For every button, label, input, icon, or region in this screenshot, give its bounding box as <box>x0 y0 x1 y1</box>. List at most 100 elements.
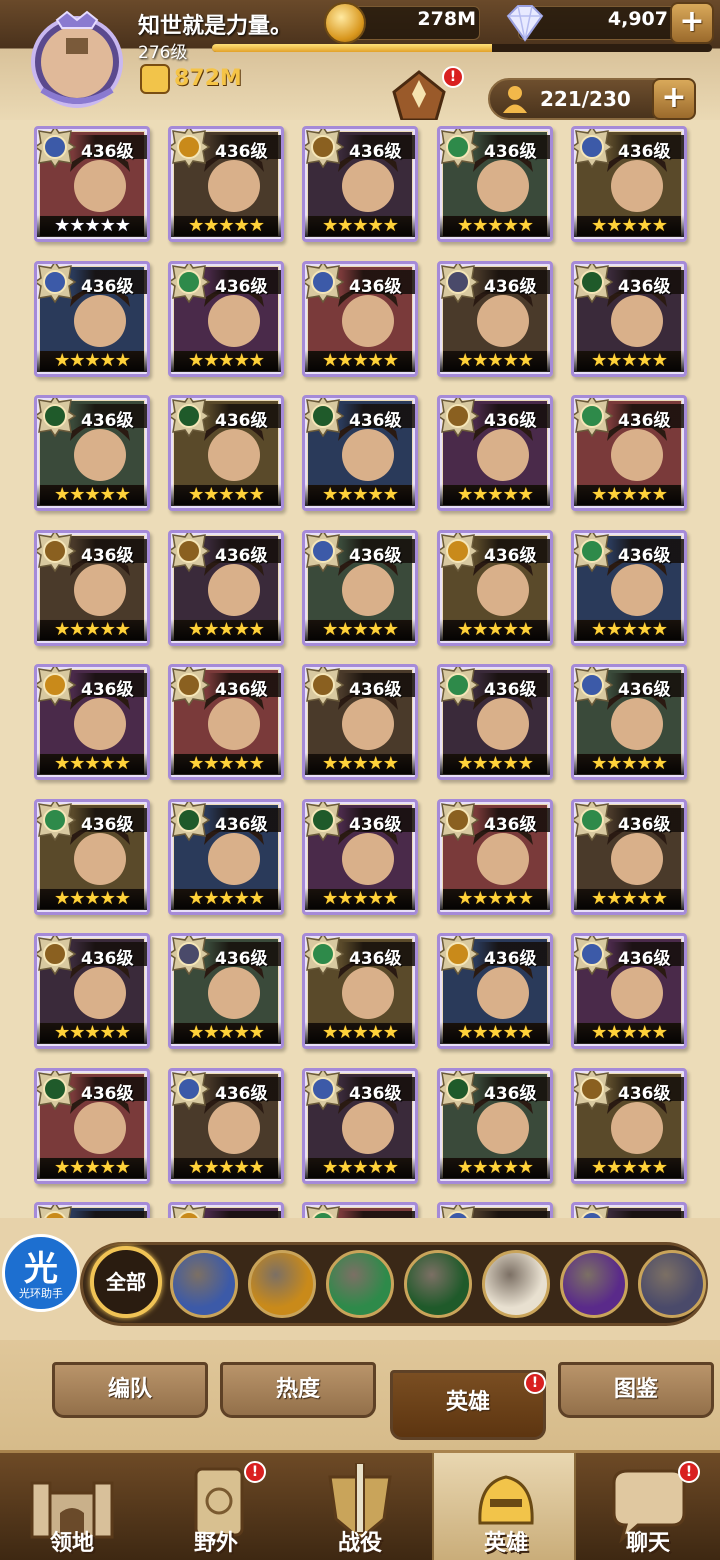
hero-card[interactable]: 436级★★★★★ <box>437 1068 553 1184</box>
halo-helper-button[interactable]: 光 光环助手 <box>2 1234 80 1312</box>
hero-card[interactable]: 436级★★★★★ <box>34 1068 150 1184</box>
hero-card[interactable]: 436级★★★★★ <box>571 799 687 915</box>
tab-formation[interactable]: 编队 <box>52 1362 208 1418</box>
hero-grid: 436级 ★★★★★ 436级 ★★★★★ 436级 ★★★★★ 436级 ★★★★★ 436级… <box>0 120 720 1218</box>
tab-codex[interactable]: 图鉴 <box>558 1362 714 1418</box>
hero-level: 436级 <box>349 277 402 297</box>
graveborn-faction-icon[interactable] <box>404 1250 472 1318</box>
hero-card[interactable]: 436级★★★★★ <box>168 664 284 780</box>
hero-card[interactable]: 436级★★★★★ <box>34 530 150 646</box>
graveborn-faction-icon <box>171 802 211 842</box>
hero-card[interactable]: 436级★★★★★ <box>34 126 150 242</box>
hero-card[interactable]: 436级★★★★★ <box>437 530 553 646</box>
hero-card[interactable]: 436级★★★★★ <box>571 1202 687 1218</box>
hero-level: 436级 <box>618 411 671 431</box>
hero-card[interactable]: 436级★★★★★ <box>437 126 553 242</box>
hero-card[interactable]: 436级★★★★★ <box>168 1202 284 1218</box>
wilder-faction-icon <box>306 1205 340 1218</box>
hero-card[interactable]: 436级★★★★★ <box>437 261 553 377</box>
hero-card[interactable]: 436级★★★★★ <box>571 395 687 511</box>
hero-stars: ★★★★★ <box>171 1022 281 1044</box>
fist-power-icon <box>140 64 170 94</box>
add-gems-button[interactable]: + <box>670 2 714 44</box>
hero-level: 436级 <box>618 815 671 835</box>
lightbearer-faction-icon[interactable] <box>248 1250 316 1318</box>
hero-card[interactable]: 436级★★★★★ <box>571 261 687 377</box>
hero-stars: ★★★★★ <box>37 350 147 372</box>
hero-card[interactable]: 436级★★★★★ <box>437 664 553 780</box>
hero-card[interactable]: 436级★★★★★ <box>34 1202 150 1218</box>
hero-level: 436级 <box>81 815 134 835</box>
hero-card[interactable]: 436级★★★★★ <box>571 126 687 242</box>
hero-card[interactable]: 436级★★★★★ <box>34 395 150 511</box>
hero-level: 436级 <box>349 142 402 162</box>
hero-card[interactable]: 436级★★★★★ <box>437 933 553 1049</box>
hero-level: 436级 <box>81 546 134 566</box>
hero-level: 436级 <box>215 142 268 162</box>
tab-heroes[interactable]: 英雄 <box>390 1370 546 1440</box>
hero-card[interactable]: 436级★★★★★ <box>437 799 553 915</box>
hero-card[interactable]: 436级★★★★★ <box>168 126 284 242</box>
hero-card[interactable]: 436级★★★★★ <box>302 664 418 780</box>
gem-value: 4,907 <box>607 8 668 30</box>
hero-card[interactable]: 436级★★★★★ <box>302 126 418 242</box>
hero-card[interactable]: 436级★★★★★ <box>168 933 284 1049</box>
nav-campaign[interactable]: 战役 <box>288 1453 432 1560</box>
xp-progress-bar <box>212 44 712 52</box>
celestial-faction-icon <box>575 1205 609 1218</box>
hero-level: 436级 <box>618 1084 671 1104</box>
hero-level: 436级 <box>215 411 268 431</box>
hero-count-value: 221/230 <box>540 87 631 111</box>
lightbearer-faction-icon <box>440 533 480 573</box>
graveborn-faction-icon <box>37 398 77 438</box>
wilder-faction-icon[interactable] <box>326 1250 394 1318</box>
hero-card[interactable]: 436级★★★★★ <box>302 530 418 646</box>
hero-card[interactable]: 436级★★★★★ <box>168 395 284 511</box>
xp-progress-fill <box>212 44 492 52</box>
dimensional-faction-icon[interactable] <box>638 1250 706 1318</box>
hero-card[interactable]: 436级★★★★★ <box>302 395 418 511</box>
hero-card[interactable]: 436级★★★★★ <box>34 933 150 1049</box>
hero-level: 436级 <box>484 142 537 162</box>
mauler-faction-icon <box>305 667 345 707</box>
hero-level: 436级 <box>215 277 268 297</box>
hero-card[interactable]: 436级★★★★★ <box>571 530 687 646</box>
notification-badge: ! <box>442 66 464 88</box>
hero-card[interactable]: 436级★★★★★ <box>34 664 150 780</box>
hero-card[interactable]: 436级★★★★★ <box>302 1068 418 1184</box>
gold-value: 278M <box>417 8 476 30</box>
expand-hero-slots-button[interactable]: + <box>652 78 696 120</box>
celestial-faction-icon[interactable] <box>482 1250 550 1318</box>
player-avatar[interactable] <box>22 10 132 110</box>
hero-card[interactable]: 436级★★★★★ <box>302 261 418 377</box>
hero-card[interactable]: 436级★★★★★ <box>168 799 284 915</box>
nav-chat[interactable]: 聊天 ! <box>576 1453 720 1560</box>
hero-card[interactable]: 436级★★★★★ <box>437 1202 553 1218</box>
nav-wild[interactable]: 野外 ! <box>144 1453 288 1560</box>
wilder-faction-icon <box>574 398 614 438</box>
celestial-faction-icon <box>574 936 614 976</box>
hero-card[interactable]: 436级★★★★★ <box>302 799 418 915</box>
hero-card[interactable]: 436级★★★★★ <box>302 933 418 1049</box>
hero-card[interactable]: 436级★★★★★ <box>168 530 284 646</box>
hero-card[interactable]: 436级★★★★★ <box>168 1068 284 1184</box>
mauler-faction-icon[interactable] <box>170 1250 238 1318</box>
hero-card[interactable]: 436级★★★★★ <box>571 1068 687 1184</box>
nav-heroes-label: 英雄 <box>483 1531 528 1556</box>
hero-card[interactable]: 436级★★★★★ <box>34 799 150 915</box>
hypogean-faction-icon[interactable] <box>560 1250 628 1318</box>
hero-card[interactable]: 436级★★★★★ <box>571 933 687 1049</box>
hero-level: 436级 <box>618 546 671 566</box>
hero-card[interactable]: 436级★★★★★ <box>168 261 284 377</box>
nav-territory[interactable]: 领地 <box>0 1453 144 1560</box>
hero-card[interactable]: 436级★★★★★ <box>571 664 687 780</box>
filter-all-button[interactable]: 全部 <box>90 1246 162 1318</box>
nav-heroes[interactable]: 英雄 <box>432 1453 576 1560</box>
hero-level: 436级 <box>484 411 537 431</box>
hero-card[interactable]: 436级★★★★★ <box>437 395 553 511</box>
tab-popularity[interactable]: 热度 <box>220 1362 376 1418</box>
hero-card[interactable]: 436级★★★★★ <box>34 261 150 377</box>
hero-card[interactable]: 436级★★★★★ <box>302 1202 418 1218</box>
celestial-faction-icon <box>441 1205 475 1218</box>
celestial-faction-icon <box>37 129 77 169</box>
